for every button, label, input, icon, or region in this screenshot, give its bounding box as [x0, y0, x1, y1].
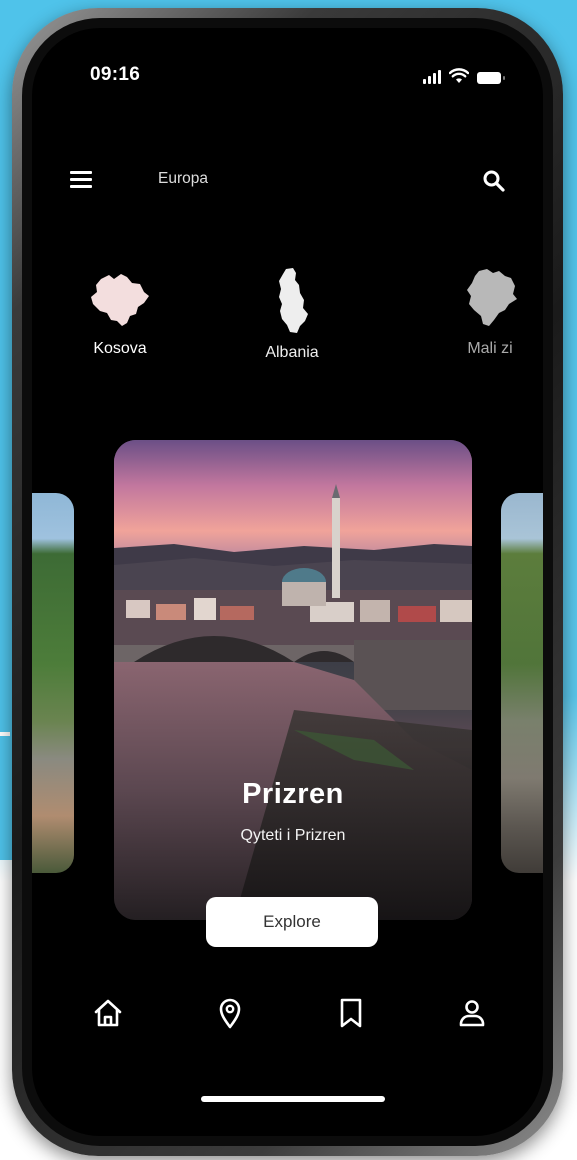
profile-icon[interactable]	[454, 995, 490, 1031]
status-time: 09:16	[90, 64, 141, 85]
signal-icon	[423, 70, 441, 84]
destination-title: Prizren	[242, 778, 344, 810]
country-kosova[interactable]: Kosova	[60, 266, 180, 358]
country-mali-zi[interactable]: Mali zi	[430, 266, 543, 358]
destination-subtitle: Qyteti i Prizren	[240, 827, 346, 844]
explore-button[interactable]: Explore	[206, 897, 378, 947]
albania-map-icon	[279, 268, 308, 333]
status-icons	[423, 68, 505, 84]
destination-card-next[interactable]	[501, 493, 543, 873]
hamburger-menu-icon[interactable]	[70, 171, 96, 191]
country-label: Mali zi	[467, 340, 513, 357]
search-icon[interactable]	[481, 168, 507, 194]
country-label: Albania	[265, 344, 319, 361]
kosovo-map-icon	[91, 274, 149, 326]
phone-frame: 09:16 Europa Kosova Albania Mali zi Priz…	[12, 8, 563, 1156]
destination-card-featured[interactable]: Prizren Qyteti i Prizren	[114, 440, 472, 920]
home-icon[interactable]	[90, 995, 126, 1031]
bookmark-icon[interactable]	[333, 995, 369, 1031]
home-indicator[interactable]	[201, 1096, 385, 1102]
region-title: Europa	[158, 170, 208, 187]
montenegro-map-icon	[467, 269, 517, 326]
background-mark	[0, 732, 10, 736]
country-albania[interactable]: Albania	[232, 266, 352, 362]
app-screen: 09:16 Europa Kosova Albania Mali zi Priz…	[32, 28, 543, 1136]
location-pin-icon[interactable]	[212, 995, 248, 1031]
wifi-icon	[449, 68, 469, 83]
battery-icon	[477, 72, 505, 84]
city-photo	[114, 440, 472, 920]
destination-card-previous[interactable]	[32, 493, 74, 873]
country-label: Kosova	[93, 340, 147, 357]
